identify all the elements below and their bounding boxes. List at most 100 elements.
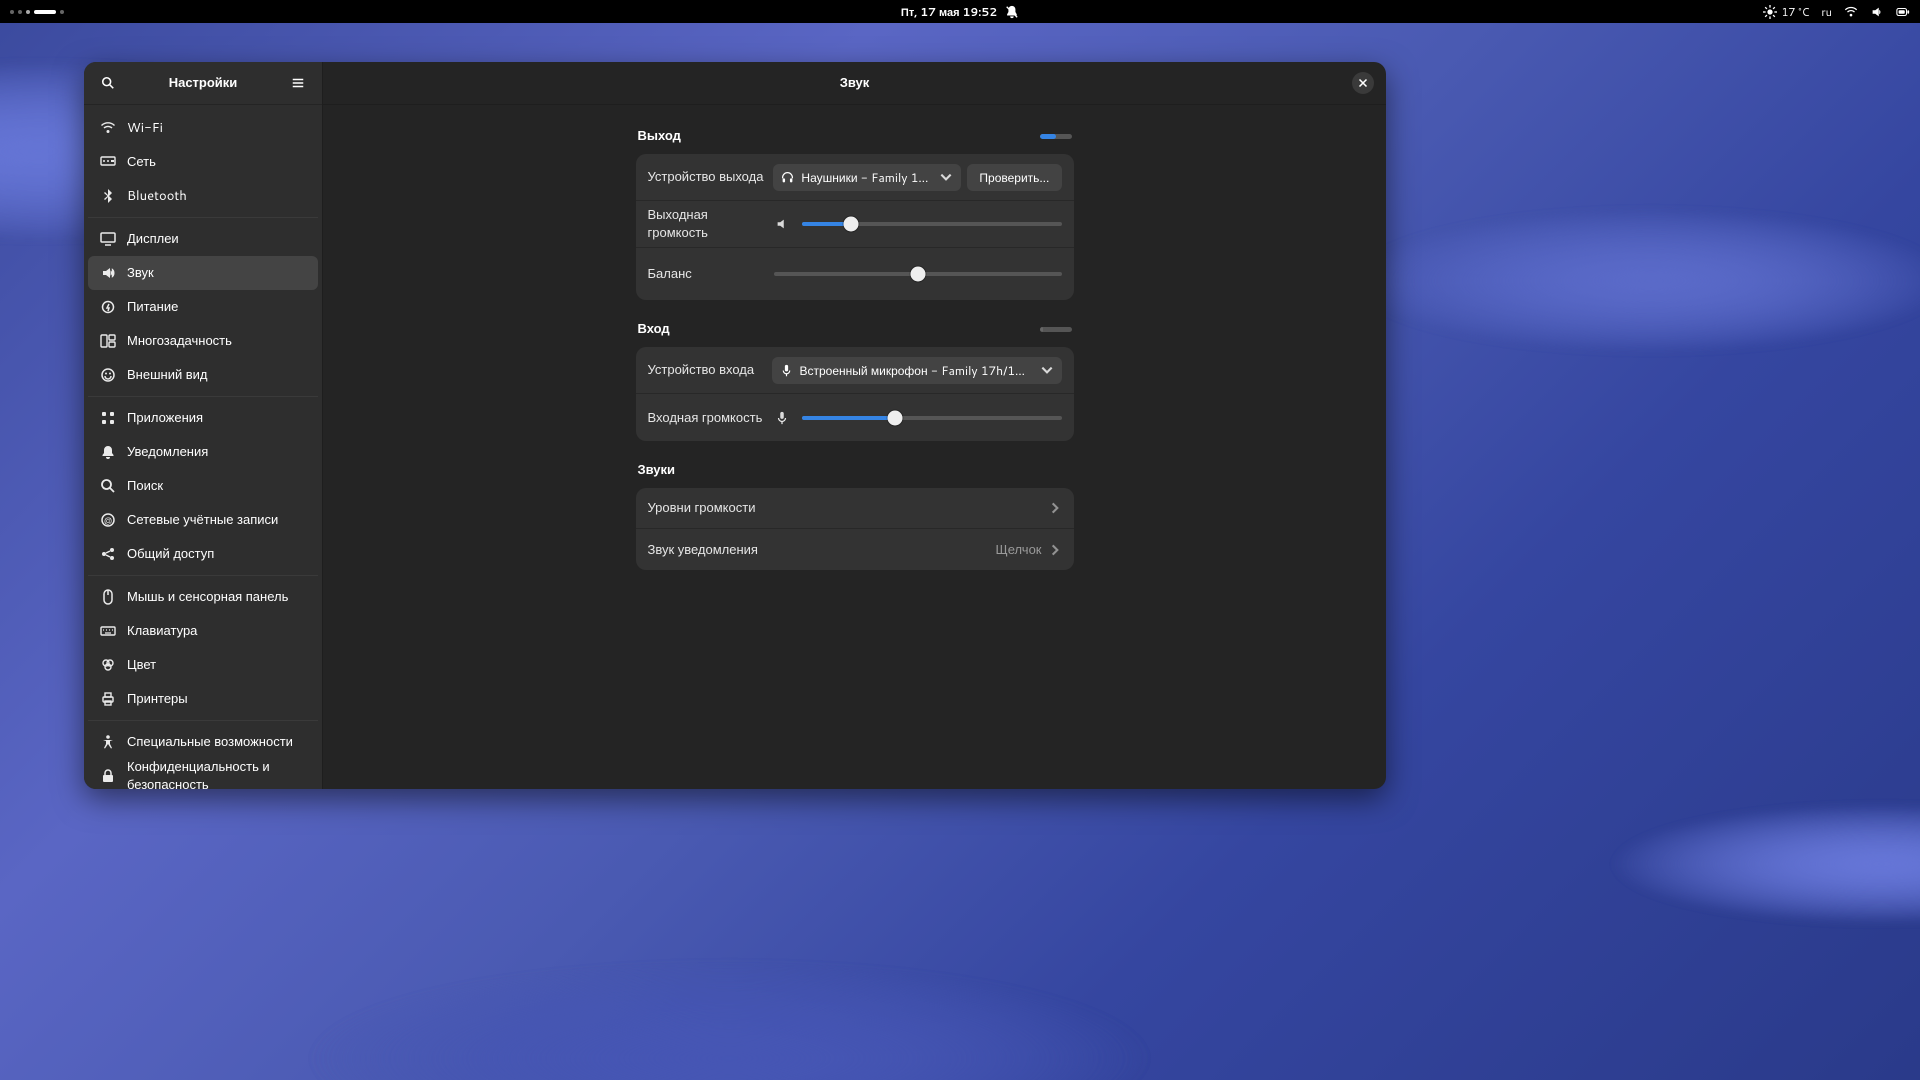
- notif-icon: [100, 444, 116, 460]
- sidebar-item-wifi[interactable]: Wi-Fi: [88, 111, 318, 145]
- output-volume-slider[interactable]: [802, 216, 1062, 232]
- sidebar-item-privacy[interactable]: Конфиденциальность и безопасность: [88, 759, 318, 789]
- content-body: Выход Устройство выхода Наушники - Famil…: [323, 105, 1386, 789]
- input-device-label: Устройство входа: [648, 361, 766, 379]
- output-section-label: Выход: [638, 127, 681, 145]
- sidebar-item-label: Принтеры: [127, 690, 188, 708]
- content-header: Звук: [323, 62, 1386, 105]
- test-output-button[interactable]: Проверить…: [967, 164, 1061, 191]
- sidebar-item-multitask[interactable]: Многозадачность: [88, 324, 318, 358]
- output-device-label: Устройство выхода: [648, 168, 766, 186]
- sidebar-item-bt[interactable]: Bluetooth: [88, 179, 318, 213]
- sidebar-item-share[interactable]: Общий доступ: [88, 537, 318, 571]
- sidebar-item-power[interactable]: Питание: [88, 290, 318, 324]
- sidebar-item-label: Специальные возможности: [127, 733, 293, 751]
- sounds-card: Уровни громкости Звук уведомления Щелчок: [636, 488, 1074, 570]
- sidebar-item-label: Wi-Fi: [127, 119, 163, 137]
- sidebar-item-appearance[interactable]: Внешний вид: [88, 358, 318, 392]
- sidebar-item-kb[interactable]: Клавиатура: [88, 614, 318, 648]
- content-pane: Звук Выход Устройство выхода: [323, 62, 1386, 789]
- sidebar-item-label: Дисплеи: [127, 230, 179, 248]
- sidebar-title: Настройки: [120, 74, 286, 92]
- hamburger-button[interactable]: [286, 71, 310, 95]
- power-icon: [100, 299, 116, 315]
- output-device-dropdown[interactable]: Наушники - Family 17h/19…: [773, 164, 961, 191]
- a11y-icon: [100, 734, 116, 750]
- sidebar-item-label: Сетевые учётные записи: [127, 511, 278, 529]
- sounds-section-label: Звуки: [638, 461, 676, 479]
- input-volume-label: Входная громкость: [648, 409, 766, 427]
- sidebar-item-label: Сеть: [127, 153, 156, 171]
- input-volume-slider[interactable]: [802, 410, 1062, 426]
- input-device-dropdown[interactable]: Встроенный микрофон - Family 17h/19h HD …: [772, 357, 1062, 384]
- output-device-value: Наушники - Family 17h/19…: [801, 169, 932, 186]
- speaker-low-icon: [774, 217, 790, 231]
- sidebar-item-net[interactable]: Сеть: [88, 145, 318, 179]
- output-level-meter: [1040, 134, 1072, 139]
- weather-indicator[interactable]: 17 °C: [1763, 4, 1809, 20]
- privacy-icon: [100, 768, 116, 784]
- sidebar-header: Настройки: [84, 62, 322, 105]
- chevron-right-icon: [1048, 543, 1062, 557]
- sidebar-item-notif[interactable]: Уведомления: [88, 435, 318, 469]
- sound-icon: [100, 265, 116, 281]
- sidebar-item-label: Клавиатура: [127, 622, 197, 640]
- battery-icon[interactable]: [1896, 5, 1910, 19]
- content-title: Звук: [335, 74, 1374, 92]
- search-icon: [101, 76, 115, 90]
- chevron-right-icon: [1048, 501, 1062, 515]
- balance-slider[interactable]: [774, 266, 1062, 282]
- close-icon: [1356, 76, 1370, 90]
- volume-levels-row[interactable]: Уровни громкости: [636, 488, 1074, 529]
- topbar: Пт, 17 мая 19:52 17 °C ru: [0, 0, 1920, 23]
- topbar-center[interactable]: Пт, 17 мая 19:52: [901, 4, 1019, 20]
- alert-sound-value: Щелчок: [996, 541, 1042, 559]
- share-icon: [100, 546, 116, 562]
- hamburger-icon: [291, 76, 305, 90]
- chevron-down-icon: [1040, 363, 1054, 377]
- sidebar: Настройки Wi-Fi Сеть Bluetooth Дисплеи Звук П…: [84, 62, 323, 789]
- output-card: Устройство выхода Наушники - Family 17h/…: [636, 154, 1074, 300]
- sidebar-item-sound[interactable]: Звук: [88, 256, 318, 290]
- input-level-meter: [1040, 327, 1072, 332]
- sidebar-item-label: Общий доступ: [127, 545, 214, 563]
- sidebar-item-a11y[interactable]: Специальные возможности: [88, 725, 318, 759]
- bt-icon: [100, 188, 116, 204]
- sidebar-item-label: Звук: [127, 264, 154, 282]
- kb-icon: [100, 623, 116, 639]
- sidebar-item-label: Мышь и сенсорная панель: [127, 588, 288, 606]
- settings-window: Настройки Wi-Fi Сеть Bluetooth Дисплеи Звук П…: [84, 62, 1386, 789]
- volume-levels-label: Уровни громкости: [648, 499, 756, 517]
- close-button[interactable]: [1352, 72, 1374, 94]
- topbar-datetime: Пт, 17 мая 19:52: [901, 4, 997, 20]
- sidebar-item-display[interactable]: Дисплеи: [88, 222, 318, 256]
- sidebar-item-search[interactable]: Поиск: [88, 469, 318, 503]
- sidebar-item-online[interactable]: @ Сетевые учётные записи: [88, 503, 318, 537]
- sidebar-item-label: Цвет: [127, 656, 156, 674]
- search-button[interactable]: [96, 71, 120, 95]
- mouse-icon: [100, 589, 116, 605]
- mic-icon: [774, 411, 790, 425]
- multitask-icon: [100, 333, 116, 349]
- wifi-icon[interactable]: [1844, 5, 1858, 19]
- sidebar-item-label: Многозадачность: [127, 332, 232, 350]
- alert-sound-row[interactable]: Звук уведомления Щелчок: [636, 529, 1074, 570]
- appearance-icon: [100, 367, 116, 383]
- kb-layout-indicator[interactable]: ru: [1821, 4, 1832, 20]
- search-icon: [100, 478, 116, 494]
- sidebar-item-print[interactable]: Принтеры: [88, 682, 318, 716]
- sidebar-item-label: Конфиденциальность и безопасность: [127, 758, 306, 789]
- net-icon: [100, 154, 116, 170]
- sidebar-item-label: Внешний вид: [127, 366, 208, 384]
- sidebar-item-color[interactable]: Цвет: [88, 648, 318, 682]
- display-icon: [100, 231, 116, 247]
- svg-text:@: @: [104, 514, 112, 526]
- activities-corner[interactable]: [10, 10, 64, 14]
- input-device-value: Встроенный микрофон - Family 17h/19h HD …: [800, 362, 1033, 379]
- sidebar-item-apps[interactable]: Приложения: [88, 401, 318, 435]
- chevron-down-icon: [939, 170, 953, 184]
- sun-icon: [1763, 5, 1777, 19]
- sidebar-item-label: Питание: [127, 298, 178, 316]
- volume-icon[interactable]: [1870, 5, 1884, 19]
- sidebar-item-mouse[interactable]: Мышь и сенсорная панель: [88, 580, 318, 614]
